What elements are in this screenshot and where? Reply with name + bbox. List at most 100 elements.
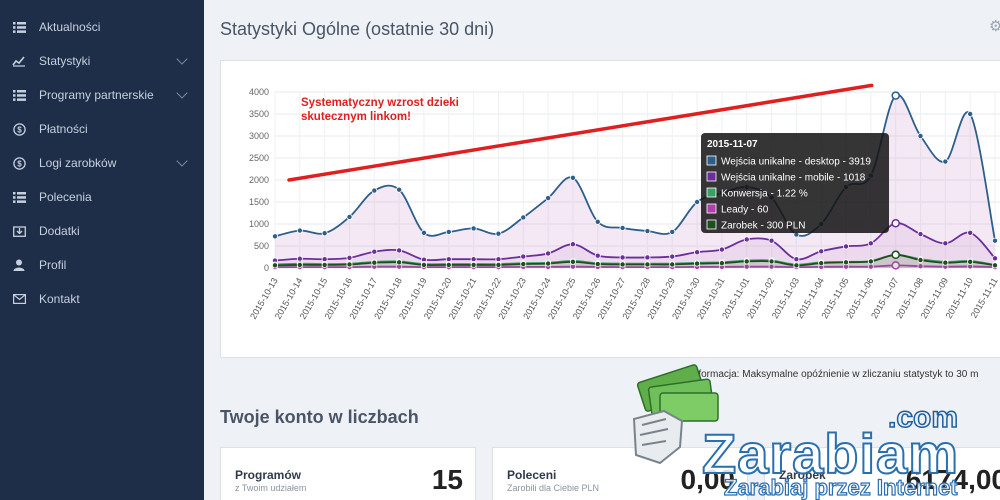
sidebar-item-label: Dodatki: [39, 224, 80, 238]
series-1-point: [818, 248, 825, 255]
sidebar: Aktualności Statystyki Programy partnerski…: [0, 0, 204, 500]
sidebar-item-statystyki[interactable]: Statystyki: [0, 44, 204, 78]
series-4-point: [967, 258, 974, 265]
y-tick-label: 3000: [249, 131, 269, 141]
sidebar-item-label: Kontakt: [39, 292, 80, 306]
sidebar-item-aktualności[interactable]: Aktualności: [0, 10, 204, 44]
series-4-point: [768, 258, 775, 265]
tooltip-row: Wejścia unikalne - desktop - 3919: [721, 157, 871, 168]
series-1-point: [296, 255, 303, 262]
series-4-point: [942, 259, 949, 266]
stat-label: Poleceni: [507, 468, 557, 482]
series-1-point: [371, 248, 378, 255]
series-0-point: [694, 198, 701, 205]
sidebar-item-label: Aktualności: [39, 20, 101, 34]
series-0-point: [396, 186, 403, 193]
y-tick-label: 3500: [249, 109, 269, 119]
list-icon: [12, 190, 26, 204]
series-4-point: [420, 261, 427, 268]
series-4-point: [917, 257, 924, 264]
series-1-point: [346, 254, 353, 261]
y-tick-label: 2500: [249, 153, 269, 163]
y-tick-label: 500: [254, 241, 269, 251]
sidebar-item-label: Programy partnerskie: [39, 88, 154, 102]
stat-label: Programów: [235, 468, 302, 482]
envelope-icon: [12, 292, 26, 306]
stat-sublabel: Zarobili dla Ciebie PLN: [507, 483, 600, 493]
chevron-down-icon: [176, 53, 188, 65]
page-title: Statystyki Ogólne (ostatnie 30 dni): [220, 19, 495, 39]
tooltip-swatch: [706, 171, 717, 182]
chart-panel: 0 500 1000 1500 2000 2500 3000 3500 4000 2015-10-…: [220, 60, 1000, 358]
sidebar-item-polecenia[interactable]: Polecenia: [0, 180, 204, 214]
sidebar-item-label: Polecenia: [39, 190, 92, 204]
list-icon: [12, 88, 26, 102]
series-4-point: [793, 262, 800, 269]
series-4-point: [619, 261, 626, 268]
series-4-point: [545, 260, 552, 267]
series-0-point: [495, 230, 502, 237]
series-0-point: [891, 91, 900, 100]
series-0-point: [619, 224, 626, 231]
y-tick-label: 2000: [249, 175, 269, 185]
series-4-point: [396, 259, 403, 266]
sidebar-item-profil[interactable]: Profil: [0, 248, 204, 282]
series-1-point: [793, 256, 800, 263]
series-4-point: [718, 260, 725, 267]
sidebar-item-label: Profil: [39, 258, 67, 272]
series-0-point: [942, 158, 949, 165]
svg-text:$: $: [17, 125, 22, 134]
series-1-point: [942, 240, 949, 247]
series-4-point: [743, 258, 750, 265]
series-0-point: [594, 218, 601, 225]
series-4-point: [346, 261, 353, 268]
y-tick-label: 1000: [249, 219, 269, 229]
series-4-point: [867, 258, 874, 265]
sidebar-item-programy-partnerskie[interactable]: Programy partnerskie: [0, 78, 204, 112]
series-1-point: [718, 246, 725, 253]
sidebar-item-płatności[interactable]: $ Płatności: [0, 112, 204, 146]
watermark-tagline: Zarabiaj przez Internet: [724, 475, 958, 500]
series-4-point: [644, 261, 651, 268]
sidebar-item-logi-zarobków[interactable]: $ Logi zarobków: [0, 146, 204, 180]
series-4-point: [569, 258, 576, 265]
series-1-point: [743, 236, 750, 243]
chart-icon: [12, 54, 26, 68]
chevron-down-icon: [176, 155, 188, 167]
series-4-point: [470, 261, 477, 268]
stat-card-programs: Programów z Twoim udziałem 15: [220, 447, 476, 500]
series-4-point: [594, 261, 601, 268]
y-tick-label: 1500: [249, 197, 269, 207]
series-1-point: [992, 255, 999, 262]
series-0-point: [569, 174, 576, 181]
series-4-point: [445, 261, 452, 268]
stat-sublabel: z Twoim udziałem: [235, 483, 307, 493]
sidebar-item-dodatki[interactable]: Dodatki: [0, 214, 204, 248]
sidebar-item-label: Statystyki: [39, 54, 91, 68]
series-1-point: [545, 250, 552, 257]
series-1-point: [470, 256, 477, 263]
sidebar-item-kontakt[interactable]: Kontakt: [0, 282, 204, 316]
series-1-point: [867, 240, 874, 247]
tooltip-date: 2015-11-07: [707, 139, 758, 150]
series-0-point: [272, 233, 279, 240]
series-0-point: [420, 229, 427, 236]
series-4-point: [371, 259, 378, 266]
series-4-point: [520, 261, 527, 268]
sidebar-item-label: Płatności: [39, 122, 88, 136]
series-0-point: [445, 228, 452, 235]
section-title: Twoje konto w liczbach: [220, 407, 419, 427]
series-0-point: [669, 228, 676, 235]
series-1-point: [694, 249, 701, 256]
gear-icon[interactable]: ⚙: [989, 19, 1000, 34]
tooltip-swatch: [706, 203, 717, 214]
series-4-point: [321, 261, 328, 268]
series-0-point: [520, 214, 527, 221]
series-1-point: [396, 247, 403, 254]
series-1-point: [644, 254, 651, 261]
y-tick-label: 4000: [249, 87, 269, 97]
tooltip-swatch: [706, 155, 717, 166]
tooltip-swatch: [706, 187, 717, 198]
series-1-point: [321, 256, 328, 263]
series-0-point: [644, 228, 651, 235]
